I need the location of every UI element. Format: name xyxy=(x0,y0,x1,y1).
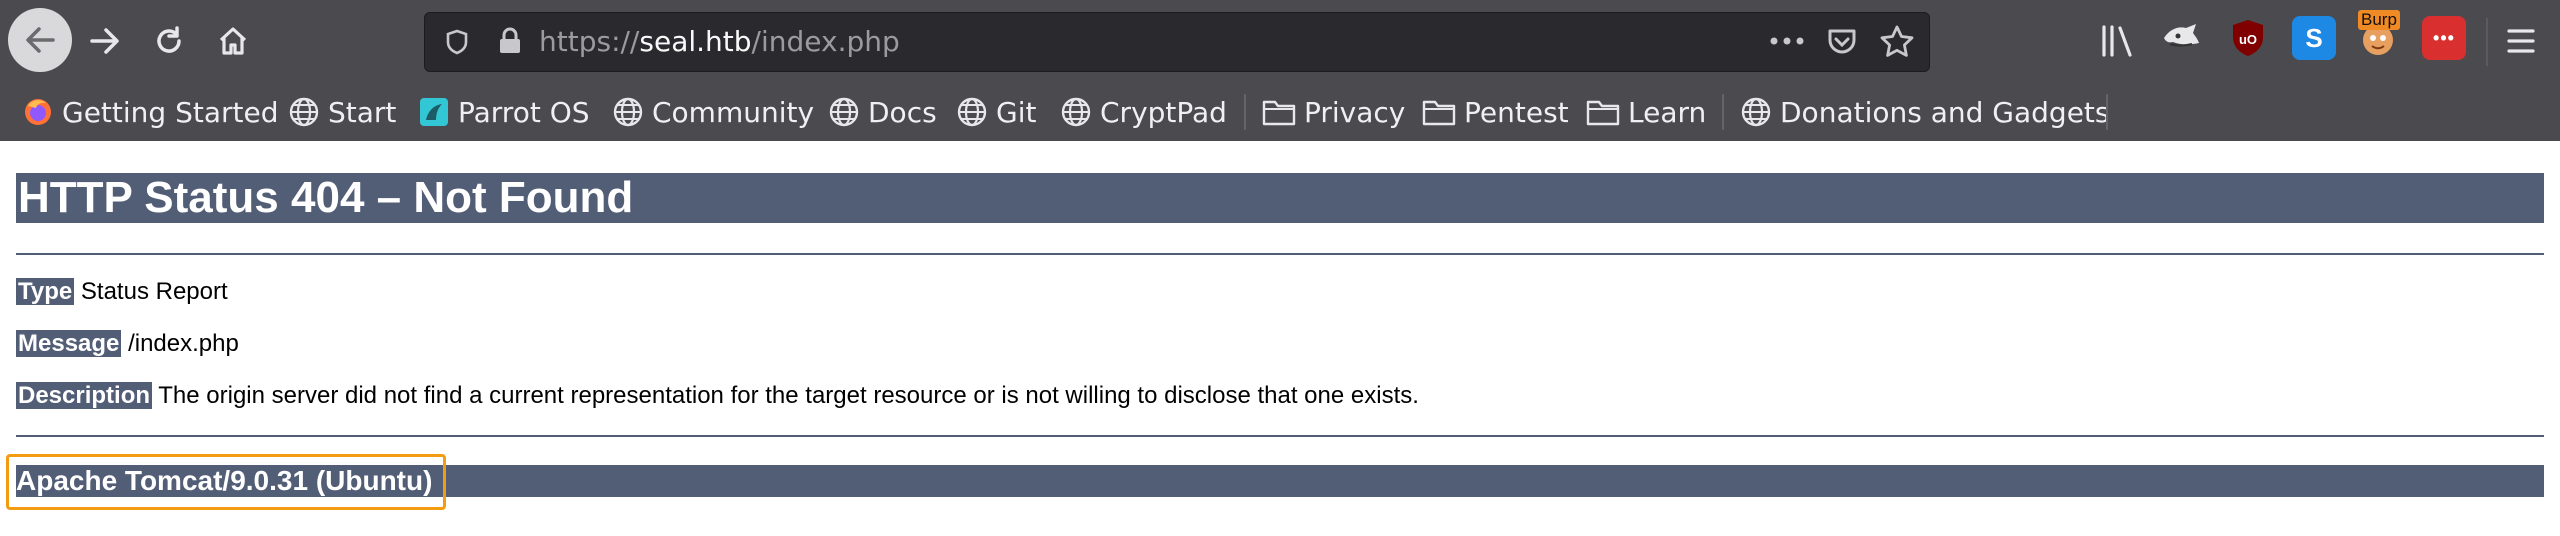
home-icon xyxy=(219,27,247,55)
message-row: Message /index.php xyxy=(16,329,239,359)
arrow-right-icon xyxy=(90,28,119,54)
bookmark-label: Learn xyxy=(1628,95,1707,129)
bookmark-git[interactable]: Git xyxy=(956,90,1036,134)
type-row: Type Status Report xyxy=(16,277,228,307)
extension-burp-icon[interactable]: Burp xyxy=(2356,10,2400,58)
page-content: HTTP Status 404 – Not Found Type Status … xyxy=(0,141,2560,536)
bookmarks-toolbar: Getting Started Start Parrot OS Communit… xyxy=(0,84,2560,141)
url-path: /index.php xyxy=(751,25,900,58)
extension-simplelogin-icon[interactable]: S xyxy=(2292,16,2336,60)
url-bar[interactable]: https://seal.htb/index.php xyxy=(424,12,1930,72)
reload-button[interactable] xyxy=(148,20,190,62)
bookmark-label: Pentest xyxy=(1464,95,1569,129)
bookmark-label: Privacy xyxy=(1304,95,1406,129)
dots-icon: ••• xyxy=(2433,27,2455,48)
extension-lastpass-icon[interactable]: ••• xyxy=(2422,16,2466,60)
extension-foxyproxy-icon[interactable] xyxy=(2160,16,2204,60)
divider xyxy=(16,253,2544,255)
bookmark-getting-started[interactable]: Getting Started xyxy=(22,90,278,134)
firefox-icon xyxy=(25,99,51,125)
bookmark-label: Docs xyxy=(868,95,937,129)
page-title-text: HTTP Status 404 – Not Found xyxy=(18,173,634,222)
bookmark-label: Getting Started xyxy=(62,95,279,129)
browser-chrome: https://seal.htb/index.php uO S Burp •••… xyxy=(0,0,2560,141)
type-value: Status Report xyxy=(80,278,228,305)
type-label: Type xyxy=(16,278,75,305)
back-button[interactable] xyxy=(8,8,72,72)
bookmark-label: Donations and Gadgets xyxy=(1780,95,2110,129)
bookmark-community[interactable]: Community xyxy=(612,90,814,134)
bookmark-separator xyxy=(1722,94,1724,130)
folder-icon xyxy=(1422,100,1456,126)
more-actions-icon[interactable] xyxy=(1769,35,1805,47)
description-row: Description The origin server did not fi… xyxy=(16,381,1419,411)
bookmark-folder-privacy[interactable]: Privacy xyxy=(1262,90,1405,134)
lock-icon xyxy=(500,27,520,53)
bookmark-parrot-os[interactable]: Parrot OS xyxy=(418,90,590,134)
description-label: Description xyxy=(16,382,153,409)
toolbar-separator xyxy=(2486,18,2488,66)
pocket-icon[interactable] xyxy=(1825,25,1859,59)
hamburger-menu-icon[interactable] xyxy=(2506,28,2536,54)
shield-icon xyxy=(446,29,468,55)
divider xyxy=(16,435,2544,437)
svg-text:uO: uO xyxy=(2239,32,2257,47)
bookmark-label: Start xyxy=(328,95,397,129)
folder-icon xyxy=(1262,100,1296,126)
globe-icon xyxy=(1741,97,1771,127)
message-label: Message xyxy=(16,330,122,357)
library-icon[interactable] xyxy=(2100,24,2136,58)
globe-icon xyxy=(957,97,987,127)
bookmark-start[interactable]: Start xyxy=(288,90,396,134)
arrow-left-icon xyxy=(26,27,55,53)
highlight-box xyxy=(6,454,446,510)
reload-icon xyxy=(157,26,181,53)
bookmark-separator xyxy=(2106,94,2108,130)
url-protocol: https:// xyxy=(539,25,640,58)
navigation-toolbar: https://seal.htb/index.php uO S Burp ••• xyxy=(0,0,2560,84)
bookmark-donations-and-gadgets[interactable]: Donations and Gadgets xyxy=(1740,90,2110,134)
page-title: HTTP Status 404 – Not Found xyxy=(16,173,2544,223)
bookmark-docs[interactable]: Docs xyxy=(828,90,937,134)
forward-button[interactable] xyxy=(84,20,126,62)
bookmark-folder-learn[interactable]: Learn xyxy=(1586,90,1706,134)
parrot-icon xyxy=(420,98,448,126)
bookmark-label: CryptPad xyxy=(1100,95,1227,129)
s-icon: S xyxy=(2305,22,2323,53)
globe-icon xyxy=(289,97,319,127)
url-host: seal.htb xyxy=(639,25,752,58)
bookmark-folder-pentest[interactable]: Pentest xyxy=(1422,90,1569,134)
bookmark-label: Parrot OS xyxy=(458,95,590,129)
home-button[interactable] xyxy=(212,20,254,62)
bookmark-separator xyxy=(1244,94,1246,130)
bookmark-label: Community xyxy=(652,95,815,129)
globe-icon xyxy=(613,97,643,127)
fox-icon xyxy=(2164,24,2199,47)
globe-icon xyxy=(829,97,859,127)
globe-icon xyxy=(1061,97,1091,127)
bookmark-cryptpad[interactable]: CryptPad xyxy=(1060,90,1227,134)
extension-ublock-icon[interactable]: uO xyxy=(2226,16,2270,60)
ublock-shield-icon: uO xyxy=(2233,20,2263,56)
description-value: The origin server did not find a current… xyxy=(158,382,1419,409)
folder-icon xyxy=(1586,100,1620,126)
bookmark-label: Git xyxy=(996,95,1037,129)
url-text[interactable]: https://seal.htb/index.php xyxy=(539,13,900,71)
message-value: /index.php xyxy=(128,330,239,357)
bookmark-star-icon[interactable] xyxy=(1879,24,1915,60)
burp-badge: Burp xyxy=(2358,10,2400,30)
